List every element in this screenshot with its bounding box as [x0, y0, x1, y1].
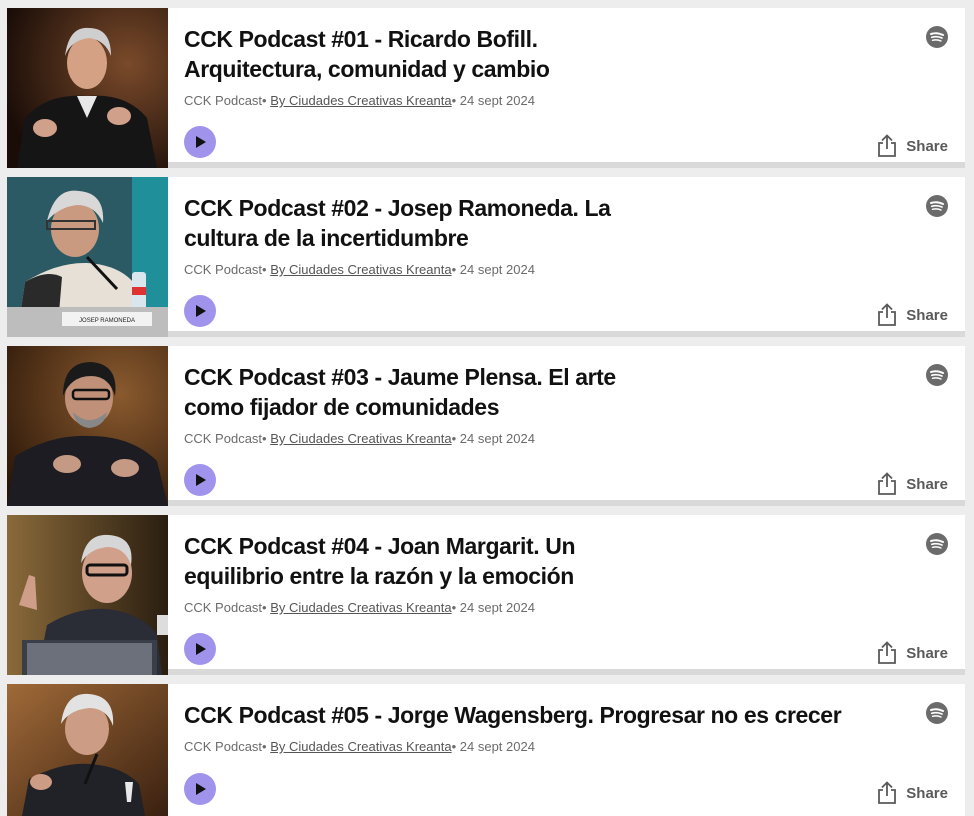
- author-link[interactable]: By Ciudades Creativas Kreanta: [270, 93, 451, 108]
- show-name: CCK Podcast: [184, 431, 263, 446]
- spotify-icon[interactable]: [926, 533, 948, 555]
- share-label: Share: [906, 306, 948, 324]
- share-button[interactable]: Share: [876, 134, 948, 158]
- episode-card[interactable]: CCK Podcast #04 - Joan Margarit. Un equi…: [7, 515, 965, 675]
- episode-title[interactable]: CCK Podcast #05 - Jorge Wagensberg. Prog…: [184, 700, 884, 730]
- play-icon: [196, 305, 206, 317]
- share-icon: [878, 472, 897, 495]
- episode-meta: CCK Podcast• By Ciudades Creativas Krean…: [184, 739, 535, 754]
- thumb-caption: JOSEP RAMONEDA: [79, 318, 135, 324]
- spotify-icon[interactable]: [926, 195, 948, 217]
- share-icon: [878, 134, 897, 157]
- spotify-icon[interactable]: [926, 26, 948, 48]
- play-button[interactable]: [184, 126, 216, 158]
- episode-meta: CCK Podcast• By Ciudades Creativas Krean…: [184, 431, 535, 446]
- share-label: Share: [906, 784, 948, 802]
- episode-thumbnail[interactable]: [7, 8, 168, 168]
- meta-separator: •: [262, 93, 271, 108]
- meta-separator: •: [262, 262, 271, 277]
- meta-separator: •: [451, 262, 460, 277]
- share-icon: [878, 781, 897, 804]
- episode-thumbnail[interactable]: JOSEP RAMONEDA: [7, 177, 168, 337]
- card-divider: [168, 162, 965, 168]
- author-link[interactable]: By Ciudades Creativas Kreanta: [270, 431, 451, 446]
- share-button[interactable]: Share: [876, 781, 948, 805]
- episode-list: CCK Podcast #01 - Ricardo Bofill. Arquit…: [0, 0, 974, 816]
- episode-date: 24 sept 2024: [459, 431, 535, 446]
- share-button[interactable]: Share: [876, 303, 948, 327]
- meta-separator: •: [451, 431, 460, 446]
- meta-separator: •: [451, 739, 460, 754]
- author-link[interactable]: By Ciudades Creativas Kreanta: [270, 600, 451, 615]
- episode-card[interactable]: JOSEP RAMONEDA CCK Podcast #02 - Josep R…: [7, 177, 965, 337]
- play-button[interactable]: [184, 295, 216, 327]
- share-label: Share: [906, 475, 948, 493]
- share-icon: [878, 303, 897, 326]
- play-button[interactable]: [184, 773, 216, 805]
- meta-separator: •: [262, 739, 271, 754]
- episode-title[interactable]: CCK Podcast #04 - Joan Margarit. Un equi…: [184, 531, 644, 591]
- meta-separator: •: [451, 93, 460, 108]
- spotify-icon[interactable]: [926, 364, 948, 386]
- episode-thumbnail[interactable]: [7, 346, 168, 506]
- episode-meta: CCK Podcast• By Ciudades Creativas Krean…: [184, 600, 535, 615]
- author-link[interactable]: By Ciudades Creativas Kreanta: [270, 262, 451, 277]
- meta-separator: •: [262, 431, 271, 446]
- episode-title[interactable]: CCK Podcast #02 - Josep Ramoneda. La cul…: [184, 193, 644, 253]
- card-divider: [168, 669, 965, 675]
- meta-separator: •: [262, 600, 271, 615]
- share-button[interactable]: Share: [876, 641, 948, 665]
- share-icon: [878, 641, 897, 664]
- meta-separator: •: [451, 600, 460, 615]
- play-icon: [196, 783, 206, 795]
- play-icon: [196, 474, 206, 486]
- episode-card[interactable]: CCK Podcast #05 - Jorge Wagensberg. Prog…: [7, 684, 965, 816]
- episode-date: 24 sept 2024: [459, 93, 535, 108]
- play-icon: [196, 643, 206, 655]
- episode-title[interactable]: CCK Podcast #01 - Ricardo Bofill. Arquit…: [184, 24, 644, 84]
- show-name: CCK Podcast: [184, 739, 263, 754]
- card-divider: [168, 331, 965, 337]
- episode-meta: CCK Podcast• By Ciudades Creativas Krean…: [184, 262, 535, 277]
- episode-card[interactable]: CCK Podcast #03 - Jaume Plensa. El arte …: [7, 346, 965, 506]
- episode-thumbnail[interactable]: [7, 515, 168, 675]
- episode-card[interactable]: CCK Podcast #01 - Ricardo Bofill. Arquit…: [7, 8, 965, 168]
- play-button[interactable]: [184, 464, 216, 496]
- share-button[interactable]: Share: [876, 472, 948, 496]
- play-button[interactable]: [184, 633, 216, 665]
- episode-date: 24 sept 2024: [459, 600, 535, 615]
- author-link[interactable]: By Ciudades Creativas Kreanta: [270, 739, 451, 754]
- share-label: Share: [906, 644, 948, 662]
- episode-thumbnail[interactable]: [7, 684, 168, 816]
- show-name: CCK Podcast: [184, 600, 263, 615]
- play-icon: [196, 136, 206, 148]
- spotify-icon[interactable]: [926, 702, 948, 724]
- show-name: CCK Podcast: [184, 262, 263, 277]
- show-name: CCK Podcast: [184, 93, 263, 108]
- card-divider: [168, 500, 965, 506]
- episode-title[interactable]: CCK Podcast #03 - Jaume Plensa. El arte …: [184, 362, 644, 422]
- episode-meta: CCK Podcast• By Ciudades Creativas Krean…: [184, 93, 535, 108]
- episode-date: 24 sept 2024: [459, 262, 535, 277]
- share-label: Share: [906, 137, 948, 155]
- episode-date: 24 sept 2024: [459, 739, 535, 754]
